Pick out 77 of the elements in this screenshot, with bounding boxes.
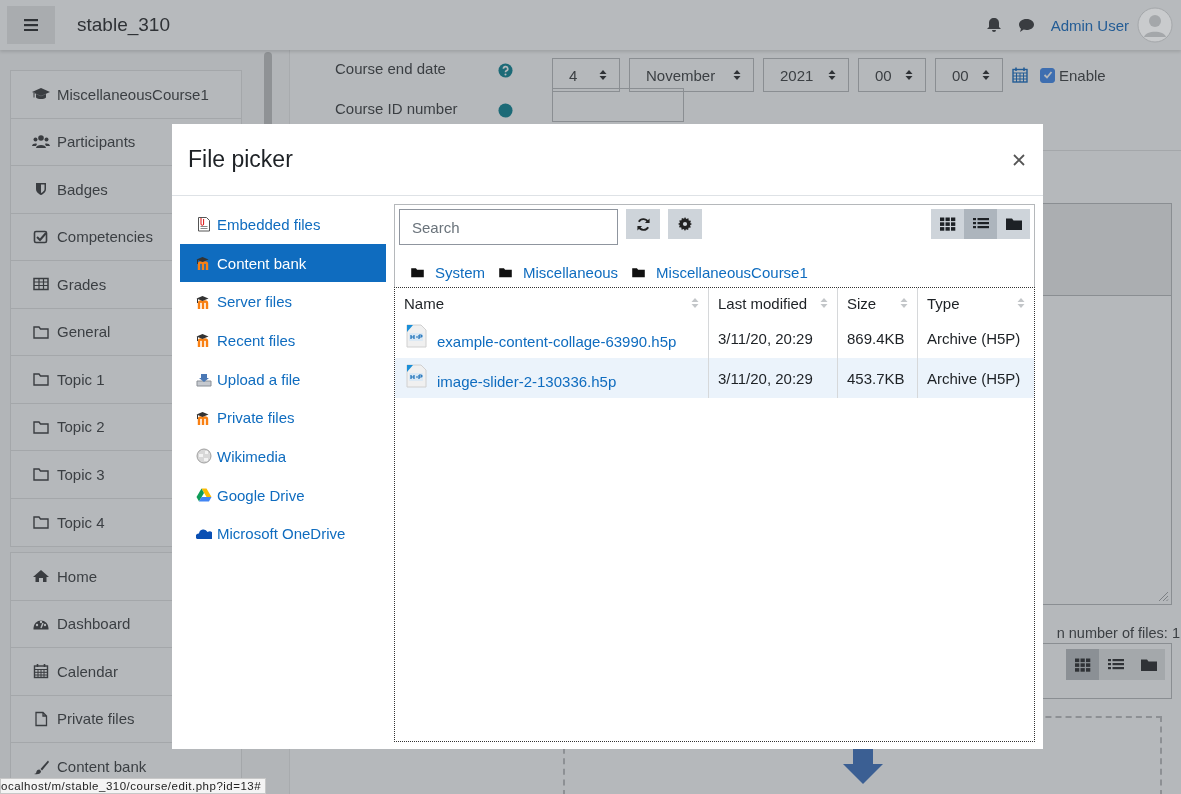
- updown-arrows-icon: [905, 69, 913, 81]
- dropdown[interactable]: 00: [935, 58, 1003, 92]
- users-icon: [32, 133, 50, 150]
- field-label: Course ID number: [335, 99, 459, 117]
- brush-icon: [32, 758, 50, 775]
- list-icon: [1107, 657, 1124, 672]
- breadcrumb-link[interactable]: System: [435, 264, 485, 281]
- dropdown[interactable]: 00: [858, 58, 926, 92]
- search-field[interactable]: Search: [399, 209, 618, 245]
- calendar-icon: [32, 663, 50, 680]
- drive-triangle-icon: [196, 487, 212, 504]
- grid-icon: [939, 217, 956, 231]
- updown-arrows-icon: [733, 69, 741, 81]
- file-row[interactable]: image-slider-2-130336.h5p 3/11/20, 20:29 453.7KB Archive (H5P): [395, 358, 1034, 398]
- folder-icon: [411, 267, 424, 278]
- folder-icon: [1005, 217, 1022, 231]
- file-icon: [32, 710, 50, 727]
- settings-icon: [678, 217, 692, 231]
- dropdown[interactable]: November: [629, 58, 754, 92]
- breadcrumb-link[interactable]: Miscellaneous: [523, 264, 619, 281]
- folder-icon: [32, 466, 50, 483]
- user-name-link[interactable]: Admin User: [1050, 16, 1129, 34]
- status-bar-url: ocalhost/m/stable_310/course/edit.php?id=13#: [0, 778, 267, 794]
- file-name-link[interactable]: image-slider-2-130336.h5p: [437, 373, 617, 390]
- menu-icon: [24, 19, 38, 31]
- sidebar-item[interactable]: MiscellaneousCourse1: [11, 71, 241, 119]
- h5p-file-icon: [405, 364, 427, 388]
- column-header[interactable]: Type: [917, 288, 1034, 318]
- folder-icon: [32, 514, 50, 531]
- updown-arrows-icon: [982, 69, 990, 81]
- updown-arrows-icon: [599, 69, 607, 81]
- h5p-file-icon: [405, 324, 427, 348]
- settings-button[interactable]: [668, 209, 702, 239]
- table-cell: 3/11/20, 20:29: [708, 358, 837, 398]
- refresh-button[interactable]: [626, 209, 660, 239]
- input-field[interactable]: [552, 88, 684, 122]
- globe-icon: [196, 448, 212, 465]
- table-cell: 453.7KB: [837, 358, 917, 398]
- home-icon: [32, 568, 50, 585]
- folder-icon: [632, 267, 646, 278]
- field-label: Course end date: [335, 59, 447, 77]
- grid-icon: [1074, 657, 1091, 672]
- close-icon[interactable]: [1013, 153, 1025, 166]
- table-cell: Archive (H5P): [917, 358, 1034, 398]
- calendar-icon[interactable]: [1012, 67, 1028, 83]
- file-name-link[interactable]: example-content-collage-63990.h5p: [437, 333, 677, 350]
- files-limit-note: n number of files: 1: [1055, 625, 1181, 641]
- repository-item[interactable]: Content bank: [180, 243, 386, 283]
- dropdown[interactable]: 2021: [763, 58, 849, 92]
- folder-icon: [32, 371, 50, 388]
- column-header[interactable]: Name: [395, 288, 708, 318]
- site-title: stable_310: [77, 14, 170, 36]
- column-header[interactable]: Last modified: [708, 288, 837, 318]
- list-icon: [972, 217, 989, 231]
- menu-button[interactable]: [7, 6, 55, 44]
- column-header[interactable]: Size: [837, 288, 917, 318]
- refresh-icon: [635, 216, 651, 232]
- checkbox-icon: [32, 228, 50, 245]
- down-arrow-icon: [842, 748, 883, 784]
- view-button[interactable]: [964, 209, 997, 239]
- upload-tray-icon: [196, 371, 212, 388]
- updown-arrows-icon: [828, 69, 836, 81]
- breadcrumb-link[interactable]: MiscellaneousCourse1: [656, 264, 808, 281]
- checkbox[interactable]: [1040, 67, 1055, 83]
- folder-icon: [32, 323, 50, 340]
- resize-handle-icon[interactable]: [1157, 590, 1169, 602]
- check-icon: [1042, 70, 1053, 80]
- table-icon: [32, 276, 50, 293]
- bell-icon[interactable]: [985, 17, 1002, 33]
- chat-icon[interactable]: [1017, 17, 1035, 33]
- document-icon: [196, 216, 212, 233]
- folder-icon: [32, 418, 50, 435]
- repository-item[interactable]: Microsoft OneDrive: [180, 514, 386, 554]
- checkbox-label: Enable: [1059, 66, 1106, 84]
- folder-icon: [499, 267, 512, 278]
- dropdown[interactable]: 4: [552, 58, 620, 92]
- folder-icon: [1140, 657, 1157, 672]
